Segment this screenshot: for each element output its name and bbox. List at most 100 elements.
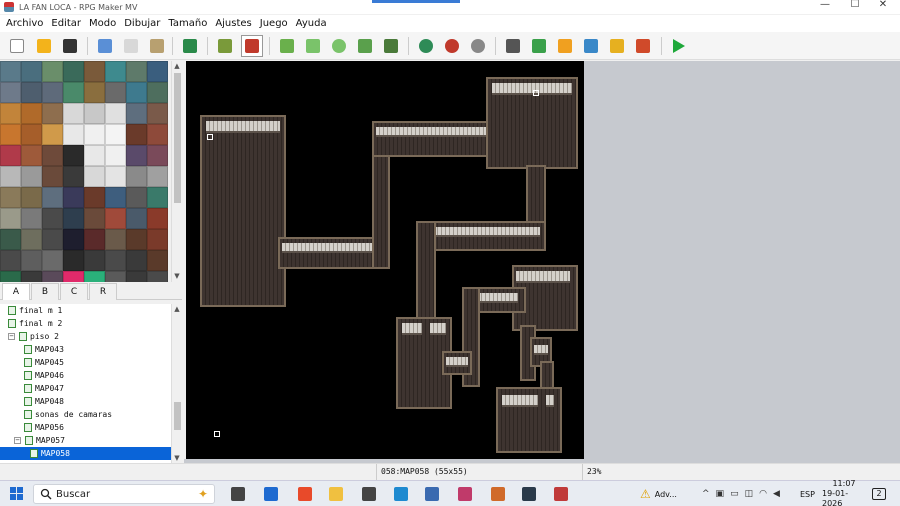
tileset-tile[interactable] xyxy=(126,187,147,208)
tileset-tile[interactable] xyxy=(42,103,63,124)
tileset-tile[interactable] xyxy=(84,82,105,103)
tileset-tile[interactable] xyxy=(63,103,84,124)
notifications-button[interactable]: 2 xyxy=(872,481,886,506)
weather-warning-label[interactable]: Adv... xyxy=(655,490,677,499)
maximize-button[interactable]: ☐ xyxy=(840,0,870,12)
tileset-tile[interactable] xyxy=(84,145,105,166)
tileset-scrollbar[interactable]: ▲ ▼ xyxy=(171,61,182,282)
rpg-maker-store-taskbar-button[interactable] xyxy=(489,485,507,503)
playtest-button[interactable] xyxy=(668,35,690,57)
tileset-tile[interactable] xyxy=(0,145,21,166)
tileset-tile[interactable] xyxy=(84,61,105,82)
zoom-out-button[interactable] xyxy=(441,35,463,57)
tileset-tile[interactable] xyxy=(42,61,63,82)
tileset-tile[interactable] xyxy=(42,250,63,271)
task-view-taskbar-button[interactable] xyxy=(229,485,247,503)
tileset-tile[interactable] xyxy=(147,229,168,250)
tileset-tile[interactable] xyxy=(0,61,21,82)
tileset-tile[interactable] xyxy=(147,145,168,166)
tileset-tile[interactable] xyxy=(21,250,42,271)
menu-modo[interactable]: Modo xyxy=(85,15,120,32)
actual-size-button[interactable] xyxy=(467,35,489,57)
tileset-tile[interactable] xyxy=(147,187,168,208)
tileset-tile[interactable] xyxy=(126,82,147,103)
map-tree-item[interactable]: MAP043 xyxy=(0,343,171,356)
tileset-tile[interactable] xyxy=(126,208,147,229)
event-mode-button[interactable] xyxy=(241,35,263,57)
tileset-tile[interactable] xyxy=(0,271,21,282)
tileset-tile[interactable] xyxy=(21,82,42,103)
tileset-tile[interactable] xyxy=(105,145,126,166)
scroll-down-icon[interactable]: ▼ xyxy=(172,271,182,282)
tileset-tile[interactable] xyxy=(63,82,84,103)
ellipse-button[interactable] xyxy=(328,35,350,57)
tileset-tile[interactable] xyxy=(21,208,42,229)
tab-a[interactable]: A xyxy=(2,283,30,300)
tileset-tile[interactable] xyxy=(63,229,84,250)
collapse-toggle-icon[interactable]: − xyxy=(8,333,15,340)
map-tree-item[interactable]: final m 1 xyxy=(0,304,171,317)
tileset-tile[interactable] xyxy=(105,103,126,124)
tileset-tile[interactable] xyxy=(147,124,168,145)
tileset-tile[interactable] xyxy=(84,166,105,187)
tileset-tile[interactable] xyxy=(21,166,42,187)
settings-taskbar-button[interactable] xyxy=(360,485,378,503)
tileset-tile[interactable] xyxy=(147,250,168,271)
tileset-tile[interactable] xyxy=(147,271,168,282)
warning-icon[interactable]: ⚠ xyxy=(640,487,651,501)
menu-dibujar[interactable]: Dibujar xyxy=(120,15,164,32)
map-tree-scroll-thumb[interactable] xyxy=(174,402,181,430)
tileset-tile[interactable] xyxy=(84,250,105,271)
tileset-tile[interactable] xyxy=(126,166,147,187)
scroll-up-icon[interactable]: ▲ xyxy=(172,304,182,315)
tileset-tile[interactable] xyxy=(147,103,168,124)
map-tree-item[interactable]: MAP056 xyxy=(0,421,171,434)
paste-button[interactable] xyxy=(146,35,168,57)
camera-icon[interactable]: ▣ xyxy=(716,489,725,499)
taskbar-search-box[interactable]: Buscar ✦ xyxy=(33,484,215,504)
tileset-tile[interactable] xyxy=(105,82,126,103)
new-project-button[interactable] xyxy=(6,35,28,57)
rpg-maker-mv-taskbar-button[interactable] xyxy=(552,485,570,503)
wifi-icon[interactable]: ◠ xyxy=(759,489,767,499)
map-tree-item[interactable]: MAP058 xyxy=(0,447,171,460)
tileset-tile[interactable] xyxy=(42,208,63,229)
tileset-tile[interactable] xyxy=(105,124,126,145)
map-tree-item[interactable]: MAP045 xyxy=(0,356,171,369)
tab-b[interactable]: B xyxy=(31,283,59,300)
tileset-tile[interactable] xyxy=(42,124,63,145)
tileset-tile[interactable] xyxy=(63,250,84,271)
resource-manager-button[interactable] xyxy=(606,35,628,57)
tileset-tile[interactable] xyxy=(126,124,147,145)
zoom-in-button[interactable] xyxy=(415,35,437,57)
tileset-tile[interactable] xyxy=(0,187,21,208)
menu-tamano[interactable]: Tamaño xyxy=(164,15,211,32)
tileset-tile[interactable] xyxy=(63,208,84,229)
mail-taskbar-button[interactable] xyxy=(392,485,410,503)
event-marker[interactable] xyxy=(207,134,213,140)
sound-test-button[interactable] xyxy=(554,35,576,57)
tileset-tile[interactable] xyxy=(0,166,21,187)
map-tree-item[interactable]: sonas de camaras xyxy=(0,408,171,421)
tileset-tile[interactable] xyxy=(84,124,105,145)
cut-button[interactable] xyxy=(94,35,116,57)
video-player-taskbar-button[interactable] xyxy=(456,485,474,503)
tileset-tile[interactable] xyxy=(63,61,84,82)
event-marker[interactable] xyxy=(533,90,539,96)
tileset-tile[interactable] xyxy=(84,229,105,250)
tileset-tile[interactable] xyxy=(126,229,147,250)
tileset-tile[interactable] xyxy=(147,82,168,103)
tileset-tile[interactable] xyxy=(0,229,21,250)
character-generator-button[interactable] xyxy=(632,35,654,57)
tileset-tile[interactable] xyxy=(147,208,168,229)
pencil-button[interactable] xyxy=(276,35,298,57)
tileset-tile[interactable] xyxy=(105,61,126,82)
event-marker[interactable] xyxy=(214,431,220,437)
map-tree-item[interactable]: MAP047 xyxy=(0,382,171,395)
brave-browser-taskbar-button[interactable] xyxy=(296,485,314,503)
database-button[interactable] xyxy=(502,35,524,57)
tileset-tile[interactable] xyxy=(63,124,84,145)
tileset-tile[interactable] xyxy=(84,271,105,282)
tileset-tile[interactable] xyxy=(105,166,126,187)
tileset-tile[interactable] xyxy=(0,250,21,271)
